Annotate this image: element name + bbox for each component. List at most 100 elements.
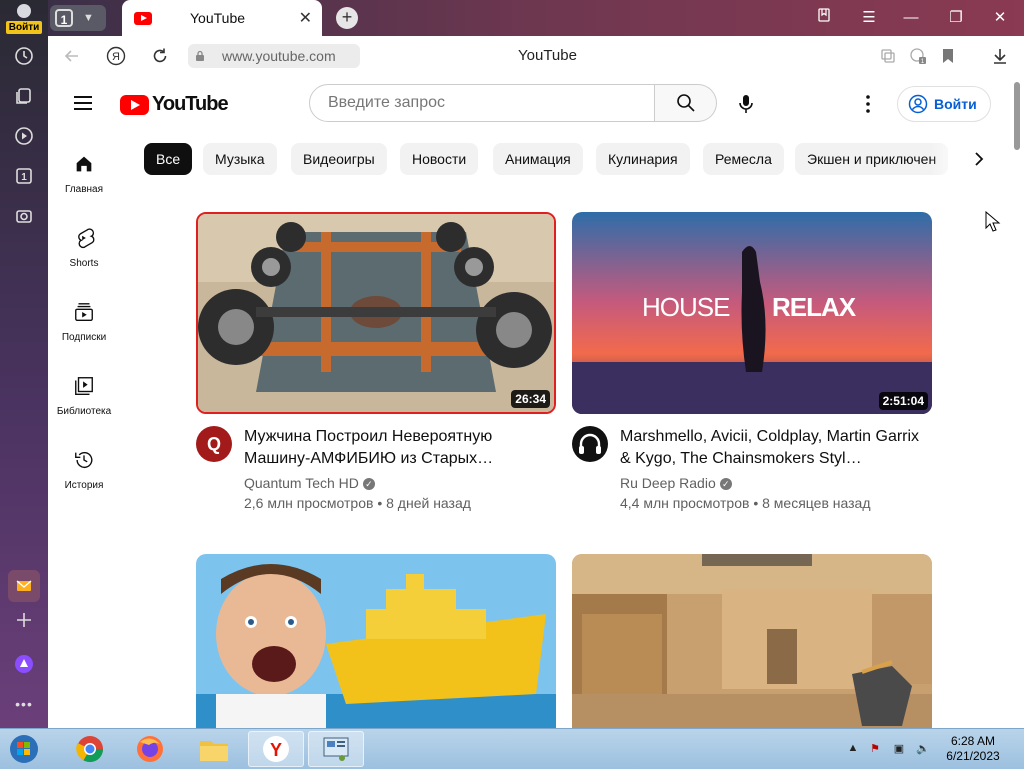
channel-name-1[interactable]: Quantum Tech HD ✓	[244, 475, 375, 491]
yandex-button[interactable]: Я	[104, 44, 128, 68]
page-scrollbar[interactable]	[1012, 76, 1024, 728]
chip-action-adventure[interactable]: Экшен и приключен	[795, 143, 949, 175]
system-clock[interactable]: 6:28 AM 6/21/2023	[938, 734, 1008, 764]
start-button[interactable]	[0, 731, 48, 767]
reload-icon	[153, 48, 167, 63]
chip-music[interactable]: Музыка	[203, 143, 277, 175]
guide-item-history[interactable]: История	[48, 449, 120, 521]
guide-item-library[interactable]: Библиотека	[48, 375, 120, 447]
search-input[interactable]	[326, 93, 640, 113]
mail-sidebar-button[interactable]	[8, 570, 40, 602]
tab-count-button[interactable]: 1 ▼	[50, 5, 106, 31]
play-circle-icon	[15, 127, 33, 145]
protect-button[interactable]: 1	[906, 44, 930, 68]
tray-network-icon[interactable]: ▣	[892, 742, 906, 756]
voice-search-button[interactable]	[734, 92, 758, 116]
minimize-icon[interactable]: —	[898, 6, 924, 30]
sign-in-button[interactable]: Войти	[897, 86, 991, 122]
screenshot-sidebar-button[interactable]	[8, 200, 40, 232]
page-title: YouTube	[518, 47, 577, 64]
tray-expand-icon[interactable]: ▲	[846, 742, 860, 756]
taskbar-explorer[interactable]	[186, 731, 242, 767]
camera-icon	[16, 210, 32, 223]
chip-all[interactable]: Все	[144, 143, 193, 175]
chip-cooking[interactable]: Кулинария	[596, 143, 690, 175]
folder-icon	[200, 741, 228, 761]
new-tab-button[interactable]: +	[336, 7, 358, 29]
more-sidebar-button[interactable]: •••	[8, 688, 40, 720]
protect-icon: 1	[910, 48, 926, 65]
translate-button[interactable]	[876, 44, 900, 68]
verified-icon: ✓	[362, 478, 375, 490]
channel-avatar-2[interactable]	[572, 426, 608, 462]
chip-crafts[interactable]: Ремесла	[703, 143, 784, 175]
user-avatar-icon	[17, 4, 31, 18]
restore-icon[interactable]: ❐	[943, 6, 969, 30]
menu-icon[interactable]: ☰	[856, 6, 882, 30]
login-button[interactable]: Войти	[4, 2, 44, 34]
close-window-icon[interactable]: ✕	[987, 6, 1013, 30]
url-field[interactable]: www.youtube.com	[188, 44, 360, 68]
tray-volume-icon[interactable]: 🔈	[916, 742, 930, 756]
copy-icon	[881, 49, 895, 63]
channel-name-2[interactable]: Ru Deep Radio ✓	[620, 475, 732, 491]
login-label: Войти	[6, 21, 42, 34]
mouse-cursor-icon	[985, 211, 1001, 232]
chip-news[interactable]: Новости	[400, 143, 479, 175]
firefox-icon	[137, 736, 163, 762]
yandex-logo-icon: Я	[106, 46, 126, 66]
video-thumbnail-2[interactable]: HOUSE RELAX 2:51:04	[572, 212, 932, 414]
search-button[interactable]	[655, 84, 717, 122]
history-sidebar-button[interactable]	[8, 40, 40, 72]
back-button[interactable]	[60, 44, 84, 68]
taskbar-firefox[interactable]	[122, 731, 178, 767]
bookmark-button[interactable]	[936, 44, 960, 68]
sign-in-label: Войти	[934, 96, 977, 112]
tab-counter-sidebar-button[interactable]: 1	[8, 160, 40, 192]
downloads-button[interactable]	[988, 44, 1012, 68]
taskbar-control-panel[interactable]	[308, 731, 364, 767]
thumb-text-relax: RELAX	[772, 292, 856, 322]
tab-youtube[interactable]: YouTube ✕	[122, 0, 322, 36]
alice-icon	[15, 655, 33, 673]
channel-avatar-letter-1: Q	[206, 434, 221, 454]
video-thumbnail-4[interactable]	[572, 554, 932, 728]
add-panel-button[interactable]	[8, 604, 40, 636]
video-sidebar-button[interactable]	[8, 120, 40, 152]
taskbar-chrome[interactable]	[62, 731, 118, 767]
taskbar-yandex-browser[interactable]: Y	[248, 731, 304, 767]
search-box[interactable]	[309, 84, 655, 122]
control-panel-icon	[323, 737, 349, 761]
url-text: www.youtube.com	[222, 48, 336, 64]
svg-text:1: 1	[21, 172, 27, 183]
tab-counter-icon: 1	[16, 168, 32, 184]
address-bar: Я www.youtube.com YouTube 1	[48, 36, 1024, 77]
settings-more-button[interactable]	[856, 92, 880, 116]
alice-button[interactable]	[8, 648, 40, 680]
video-thumbnail-1[interactable]: 26:34	[196, 212, 556, 414]
video-title-2[interactable]: Marshmello, Avicii, Coldplay, Martin Gar…	[620, 426, 920, 470]
bookmarks-panel-icon[interactable]	[811, 6, 837, 30]
channel-avatar-1[interactable]: Q	[196, 426, 232, 462]
guide-item-shorts[interactable]: Shorts	[48, 227, 120, 299]
chip-animation[interactable]: Анимация	[493, 143, 583, 175]
video-title-1[interactable]: Мужчина Построил Невероятную Машину-АМФИ…	[244, 426, 544, 470]
tray-flag-icon[interactable]: ⚑	[868, 742, 882, 756]
guide-item-subscriptions[interactable]: Подписки	[48, 301, 120, 373]
guide-label-subscriptions: Подписки	[61, 332, 107, 343]
chip-videogames[interactable]: Видеоигры	[291, 143, 387, 175]
search-icon	[676, 94, 695, 112]
video-thumbnail-3[interactable]	[196, 554, 556, 728]
guide-item-home[interactable]: Главная	[48, 153, 120, 225]
reload-button[interactable]	[148, 44, 172, 68]
scrollbar-thumb[interactable]	[1014, 82, 1020, 150]
close-tab-icon[interactable]: ✕	[299, 8, 312, 28]
youtube-header: YouTube Войти	[48, 76, 1012, 132]
clock-icon	[15, 47, 33, 65]
youtube-logo[interactable]: YouTube	[120, 93, 229, 116]
video-meta-1: 2,6 млн просмотров • 8 дней назад	[244, 495, 471, 511]
collections-sidebar-button[interactable]	[8, 80, 40, 112]
chips-next-button[interactable]	[968, 148, 990, 170]
guide-menu-button[interactable]	[74, 96, 92, 110]
history-icon	[75, 452, 93, 469]
